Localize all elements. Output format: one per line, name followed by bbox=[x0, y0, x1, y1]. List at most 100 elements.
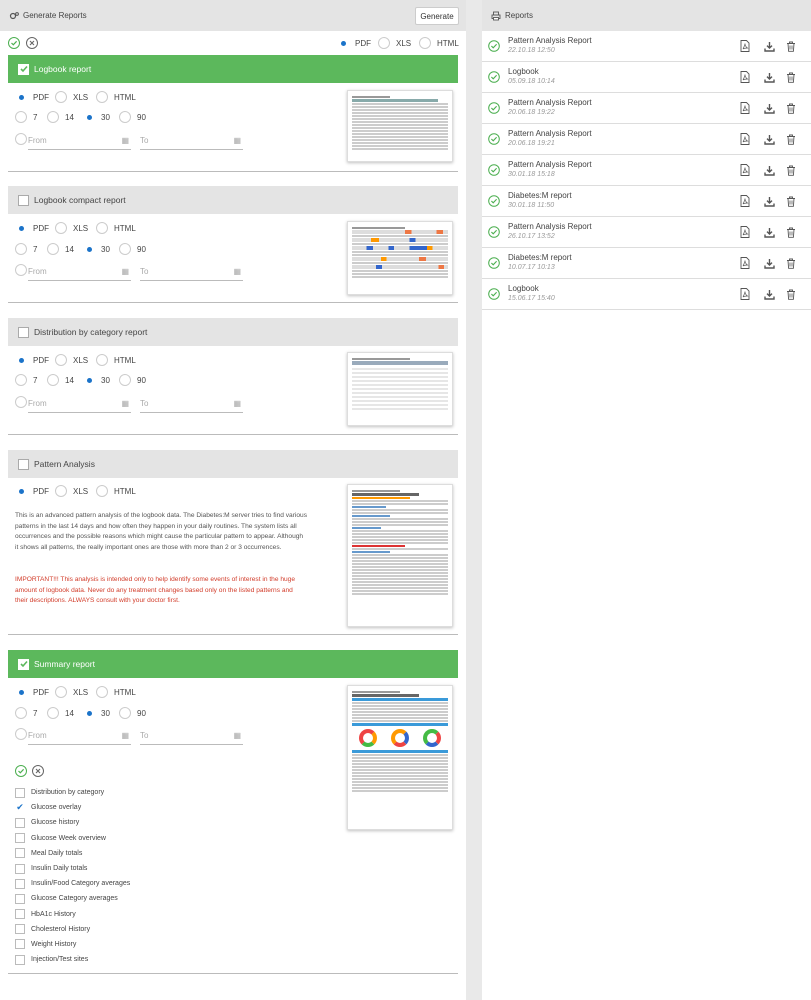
distribution-period-14[interactable]: 14 bbox=[47, 374, 74, 386]
distribution-period-90[interactable]: 90 bbox=[119, 374, 146, 386]
download-icon[interactable] bbox=[763, 195, 775, 207]
logbook-report-checkbox[interactable] bbox=[18, 63, 29, 75]
summary-report-header[interactable]: Summary report bbox=[8, 650, 458, 678]
pattern-analysis-checkbox[interactable] bbox=[18, 458, 29, 470]
download-icon[interactable] bbox=[763, 288, 775, 300]
download-icon[interactable] bbox=[763, 226, 775, 238]
summary-item[interactable]: Cholesterol History bbox=[15, 922, 215, 937]
distribution-period-7[interactable]: 7 bbox=[15, 374, 37, 386]
logbook-period-90[interactable]: 90 bbox=[119, 111, 146, 123]
logbook-format-pdf[interactable]: PDF bbox=[15, 91, 49, 103]
summary-select-all-icon[interactable] bbox=[15, 765, 27, 777]
checkbox[interactable] bbox=[15, 817, 25, 828]
summary-to-input[interactable]: To ▦ bbox=[140, 731, 243, 745]
download-icon[interactable] bbox=[763, 133, 775, 145]
compact-format-html[interactable]: HTML bbox=[96, 222, 136, 234]
distribution-to-input[interactable]: To ▦ bbox=[140, 399, 243, 413]
summary-format-pdf[interactable]: PDF bbox=[15, 686, 49, 698]
summary-item[interactable]: ✔ Glucose overlay bbox=[15, 800, 215, 815]
logbook-from-input[interactable]: From ▦ bbox=[28, 136, 131, 150]
select-all-icon[interactable] bbox=[8, 37, 20, 49]
top-format-xls[interactable]: XLS bbox=[378, 37, 411, 49]
calendar-icon[interactable]: ▦ bbox=[121, 731, 129, 740]
pdf-icon[interactable] bbox=[739, 257, 751, 269]
checkbox[interactable] bbox=[15, 954, 25, 965]
pdf-icon[interactable] bbox=[739, 226, 751, 238]
summary-item[interactable]: Insulin Daily totals bbox=[15, 861, 215, 876]
summary-item[interactable]: Insulin/Food Category averages bbox=[15, 876, 215, 891]
trash-icon[interactable] bbox=[785, 195, 797, 207]
logbook-period-7[interactable]: 7 bbox=[15, 111, 37, 123]
summary-period-14[interactable]: 14 bbox=[47, 707, 74, 719]
trash-icon[interactable] bbox=[785, 164, 797, 176]
checkbox[interactable] bbox=[15, 848, 25, 859]
calendar-icon[interactable]: ▦ bbox=[121, 267, 129, 276]
compact-format-xls[interactable]: XLS bbox=[55, 222, 88, 234]
summary-item[interactable]: Distribution by category bbox=[15, 785, 215, 800]
checkbox[interactable] bbox=[15, 909, 25, 920]
pdf-icon[interactable] bbox=[739, 164, 751, 176]
compact-report-header[interactable]: Logbook compact report bbox=[8, 186, 458, 214]
checkbox[interactable] bbox=[15, 924, 25, 935]
distribution-format-xls[interactable]: XLS bbox=[55, 354, 88, 366]
summary-item[interactable]: Glucose Category averages bbox=[15, 891, 215, 906]
compact-period-14[interactable]: 14 bbox=[47, 243, 74, 255]
summary-period-90[interactable]: 90 bbox=[119, 707, 146, 719]
deselect-all-icon[interactable] bbox=[26, 37, 38, 49]
logbook-period-14[interactable]: 14 bbox=[47, 111, 74, 123]
summary-from-input[interactable]: From ▦ bbox=[28, 731, 131, 745]
compact-format-pdf[interactable]: PDF bbox=[15, 222, 49, 234]
summary-period-30[interactable]: 30 bbox=[83, 707, 110, 719]
calendar-icon[interactable]: ▦ bbox=[233, 399, 241, 408]
calendar-icon[interactable]: ▦ bbox=[121, 399, 129, 408]
logbook-format-xls[interactable]: XLS bbox=[55, 91, 88, 103]
trash-icon[interactable] bbox=[785, 257, 797, 269]
pdf-icon[interactable] bbox=[739, 71, 751, 83]
calendar-icon[interactable]: ▦ bbox=[233, 136, 241, 145]
checkbox[interactable] bbox=[15, 833, 25, 844]
distribution-report-checkbox[interactable] bbox=[18, 326, 29, 338]
pdf-icon[interactable] bbox=[739, 40, 751, 52]
calendar-icon[interactable]: ▦ bbox=[233, 267, 241, 276]
logbook-report-header[interactable]: Logbook report bbox=[8, 55, 458, 83]
checkmark-icon[interactable]: ✔ bbox=[15, 802, 25, 813]
compact-period-90[interactable]: 90 bbox=[119, 243, 146, 255]
download-icon[interactable] bbox=[763, 102, 775, 114]
generate-button[interactable]: Generate bbox=[415, 7, 459, 25]
trash-icon[interactable] bbox=[785, 40, 797, 52]
logbook-format-html[interactable]: HTML bbox=[96, 91, 136, 103]
download-icon[interactable] bbox=[763, 164, 775, 176]
summary-item[interactable]: Glucose history bbox=[15, 815, 215, 830]
top-format-pdf[interactable]: PDF bbox=[337, 37, 371, 49]
trash-icon[interactable] bbox=[785, 133, 797, 145]
pattern-format-html[interactable]: HTML bbox=[96, 485, 136, 497]
pdf-icon[interactable] bbox=[739, 102, 751, 114]
summary-format-xls[interactable]: XLS bbox=[55, 686, 88, 698]
summary-item[interactable]: Weight History bbox=[15, 937, 215, 952]
download-icon[interactable] bbox=[763, 71, 775, 83]
compact-period-7[interactable]: 7 bbox=[15, 243, 37, 255]
pdf-icon[interactable] bbox=[739, 288, 751, 300]
trash-icon[interactable] bbox=[785, 71, 797, 83]
distribution-format-pdf[interactable]: PDF bbox=[15, 354, 49, 366]
distribution-report-header[interactable]: Distribution by category report bbox=[8, 318, 458, 346]
summary-item[interactable]: Injection/Test sites bbox=[15, 952, 215, 967]
download-icon[interactable] bbox=[763, 40, 775, 52]
pattern-analysis-header[interactable]: Pattern Analysis bbox=[8, 450, 458, 478]
summary-deselect-all-icon[interactable] bbox=[32, 765, 44, 777]
checkbox[interactable] bbox=[15, 878, 25, 889]
summary-format-html[interactable]: HTML bbox=[96, 686, 136, 698]
distribution-from-input[interactable]: From ▦ bbox=[28, 399, 131, 413]
calendar-icon[interactable]: ▦ bbox=[233, 731, 241, 740]
compact-to-input[interactable]: To ▦ bbox=[140, 267, 243, 281]
summary-item[interactable]: Meal Daily totals bbox=[15, 846, 215, 861]
calendar-icon[interactable]: ▦ bbox=[121, 136, 129, 145]
pdf-icon[interactable] bbox=[739, 133, 751, 145]
summary-item[interactable]: Glucose Week overview bbox=[15, 831, 215, 846]
compact-period-30[interactable]: 30 bbox=[83, 243, 110, 255]
download-icon[interactable] bbox=[763, 257, 775, 269]
compact-report-checkbox[interactable] bbox=[18, 194, 29, 206]
trash-icon[interactable] bbox=[785, 102, 797, 114]
trash-icon[interactable] bbox=[785, 288, 797, 300]
compact-from-input[interactable]: From ▦ bbox=[28, 267, 131, 281]
